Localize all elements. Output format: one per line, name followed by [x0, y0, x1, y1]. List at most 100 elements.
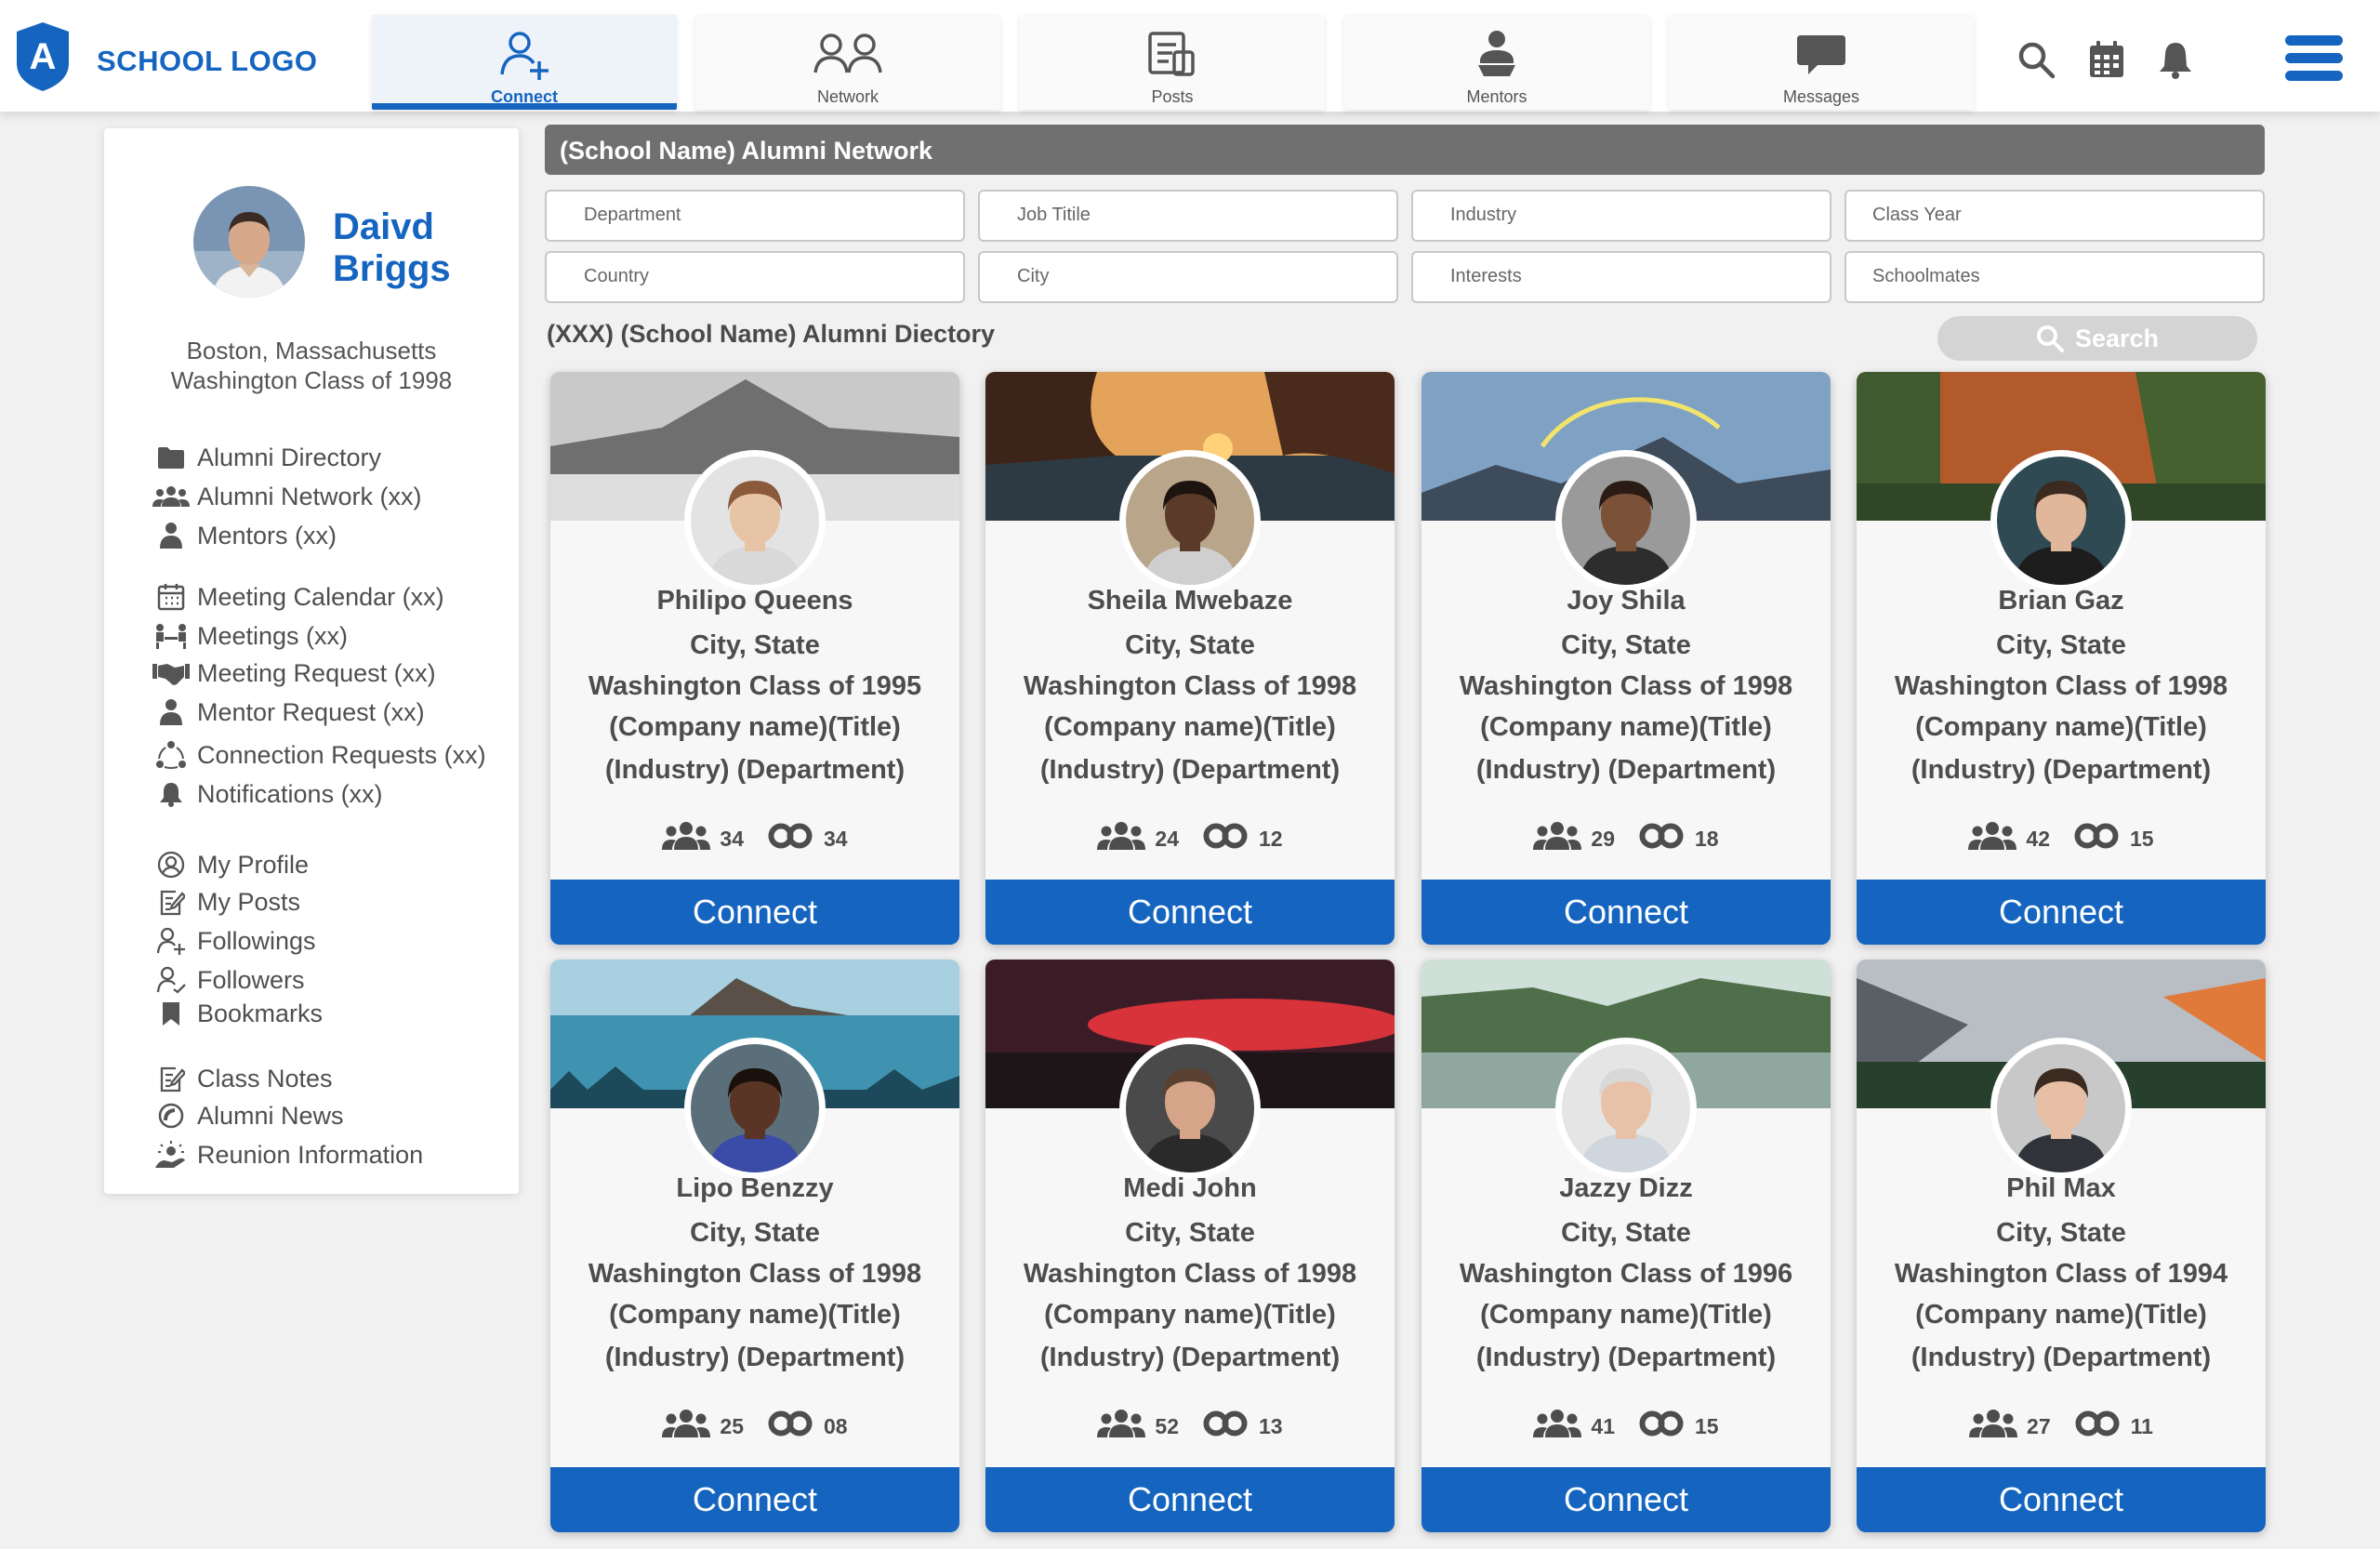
group-icon	[1097, 821, 1146, 856]
alumni-name[interactable]: Brian Gaz	[1857, 586, 2266, 616]
menu-label: Alumni Network (xx)	[197, 482, 422, 510]
bell-icon[interactable]	[2155, 39, 2196, 80]
alumni-card: (Industry) (Department) (Company name)(T…	[985, 372, 1395, 945]
menu-label: My Profile	[197, 850, 310, 879]
alumni-stats: 34 34	[550, 822, 959, 855]
menu-class-notes[interactable]: Class Notes	[152, 1062, 333, 1095]
alumni-name[interactable]: Joy Shila	[1421, 586, 1831, 616]
search-icon[interactable]	[2016, 39, 2056, 80]
tab-connect-label: Connect	[491, 87, 558, 106]
menu-mentors[interactable]: Mentors (xx)	[152, 519, 337, 552]
filter-class-year[interactable]: Class Year	[1844, 190, 2265, 242]
alumni-avatar[interactable]	[1555, 1038, 1697, 1179]
search-icon	[2036, 325, 2064, 352]
alumni-company-title: (Company name)(Title)	[1480, 712, 1772, 742]
mutual-connections-count: 11	[2130, 1413, 2153, 1438]
alumni-stats: 27 11	[1857, 1410, 2266, 1443]
menu-alumni-network[interactable]: Alumni Network (xx)	[152, 480, 422, 513]
filter-country[interactable]: Country	[545, 251, 965, 303]
alumni-name[interactable]: Phil Max	[1857, 1173, 2266, 1204]
alumni-stats: 52 13	[985, 1410, 1395, 1443]
menu-followers[interactable]: Followers	[152, 963, 305, 997]
menu-my-profile[interactable]: My Profile	[152, 848, 309, 881]
alumni-industry: (Industry) (Department)	[1911, 1343, 2212, 1372]
alumni-name[interactable]: Lipo Benzzy	[550, 1173, 959, 1204]
tab-messages-label: Messages	[1782, 87, 1860, 106]
alumni-name[interactable]: Jazzy Dizz	[1421, 1173, 1831, 1204]
alumni-avatar[interactable]	[1119, 1038, 1261, 1179]
mutual-connections-count: 15	[2130, 826, 2154, 851]
menu-bookmarks[interactable]: Bookmarks	[152, 997, 323, 1030]
profile-avatar[interactable]	[193, 186, 305, 298]
alumni-company-title: (Company name)(Title)	[1044, 712, 1336, 742]
alumni-avatar[interactable]	[1555, 450, 1697, 591]
alumni-stats: 42 15	[1857, 822, 2266, 855]
school-logo-text[interactable]: SCHOOL LOGO	[97, 45, 317, 78]
alumni-city: City, State	[690, 630, 820, 660]
mutual-connections-count: 13	[1259, 1413, 1283, 1438]
filter-interests[interactable]: Interests	[1411, 251, 1831, 303]
connect-button[interactable]: Connect	[1421, 880, 1831, 945]
alumni-company-title: (Company name)(Title)	[1044, 1300, 1336, 1330]
profile-name[interactable]: Daivd Briggs	[333, 206, 509, 290]
tab-posts[interactable]: Posts	[1020, 15, 1325, 110]
search-button[interactable]: Search	[1937, 316, 2257, 361]
hamburger-menu-icon[interactable]	[2285, 35, 2343, 84]
alumni-avatar[interactable]	[1990, 450, 2132, 591]
alumni-name[interactable]: Medi John	[985, 1173, 1395, 1204]
news-icon	[152, 1101, 190, 1131]
connect-button[interactable]: Connect	[985, 880, 1395, 945]
tab-messages[interactable]: Messages	[1669, 15, 1974, 110]
profile-first-name: Daivd	[333, 206, 434, 247]
menu-label: Connection Requests (xx)	[197, 740, 486, 769]
menu-meetings[interactable]: Meetings (xx)	[152, 619, 348, 653]
school-logo-badge[interactable]: A	[13, 20, 73, 93]
profile-class: Washington Class of 1998	[170, 366, 453, 394]
menu-label: Followers	[197, 965, 305, 994]
connect-button[interactable]: Connect	[550, 1467, 959, 1532]
alumni-avatar[interactable]	[684, 1038, 826, 1179]
menu-notifications[interactable]: Notifications (xx)	[152, 777, 383, 811]
handshake-icon	[152, 658, 190, 688]
connect-button[interactable]: Connect	[550, 880, 959, 945]
filter-schoolmates[interactable]: Schoolmates	[1844, 251, 2265, 303]
connect-button[interactable]: Connect	[985, 1467, 1395, 1532]
menu-alumni-directory[interactable]: Alumni Directory	[152, 441, 381, 474]
alumni-name[interactable]: Sheila Mwebaze	[985, 586, 1395, 616]
alumni-card: (Industry) (Department) (Company name)(T…	[550, 372, 959, 945]
connect-button[interactable]: Connect	[1421, 1467, 1831, 1532]
mentors-icon	[1344, 28, 1649, 84]
tab-mentors[interactable]: Mentors	[1344, 15, 1649, 110]
menu-label: Alumni News	[197, 1101, 344, 1130]
mutual-connections-count: 15	[1695, 1413, 1719, 1438]
tab-network[interactable]: Network	[695, 15, 1000, 110]
alumni-class: Washington Class of 1998	[588, 1259, 922, 1289]
filter-city[interactable]: City	[978, 251, 1398, 303]
filter-job-title[interactable]: Job Titile	[978, 190, 1398, 242]
menu-label: Bookmarks	[197, 999, 324, 1027]
alumni-avatar[interactable]	[684, 450, 826, 591]
menu-mentor-request[interactable]: Mentor Request (xx)	[152, 695, 425, 729]
profile-icon	[152, 850, 190, 880]
menu-connection-requests[interactable]: Connection Requests (xx)	[152, 738, 486, 772]
alumni-avatar[interactable]	[1119, 450, 1261, 591]
alumni-card: (Industry) (Department) (Company name)(T…	[1857, 372, 2266, 945]
tab-connect[interactable]: Connect	[372, 15, 677, 110]
alumni-avatar[interactable]	[1990, 1038, 2132, 1179]
mutual-connections-icon	[766, 1410, 814, 1443]
alumni-name[interactable]: Philipo Queens	[550, 586, 959, 616]
filter-industry[interactable]: Industry	[1411, 190, 1831, 242]
menu-meeting-calendar[interactable]: Meeting Calendar (xx)	[152, 580, 444, 614]
connections-count: 52	[1155, 1413, 1179, 1438]
filter-department[interactable]: Department	[545, 190, 965, 242]
alumni-stats: 29 18	[1421, 822, 1831, 855]
connect-button[interactable]: Connect	[1857, 880, 2266, 945]
connect-button[interactable]: Connect	[1857, 1467, 2266, 1532]
menu-alumni-news[interactable]: Alumni News	[152, 1099, 344, 1132]
menu-followings[interactable]: Followings	[152, 924, 316, 958]
profile-location: Boston, Massachusetts	[186, 337, 437, 364]
menu-meeting-request[interactable]: Meeting Request (xx)	[152, 656, 436, 690]
calendar-icon[interactable]	[2086, 39, 2127, 80]
menu-reunion-information[interactable]: Reunion Information	[152, 1138, 423, 1172]
menu-my-posts[interactable]: My Posts	[152, 885, 300, 919]
